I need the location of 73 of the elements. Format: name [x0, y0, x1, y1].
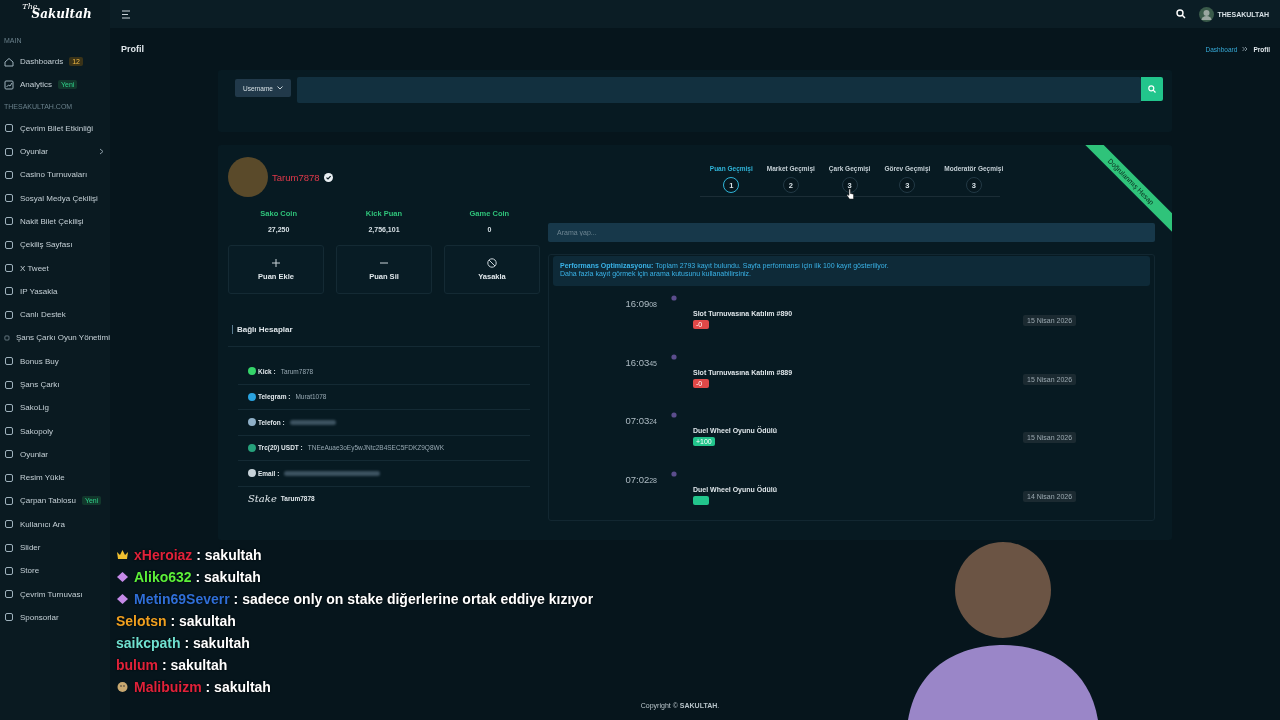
home-icon — [4, 56, 14, 67]
square-icon — [4, 426, 14, 437]
square-icon — [4, 589, 14, 600]
square-icon — [4, 612, 14, 623]
timeline-dot-icon — [671, 353, 677, 360]
sidebar-item[interactable]: Slider — [4, 535, 110, 560]
chat-message: xHeroiaz : sakultah — [116, 546, 262, 564]
square-icon — [4, 449, 14, 460]
section-title: Bağlı Hesaplar — [232, 325, 293, 334]
square-icon — [4, 565, 14, 576]
sidebar-item[interactable]: Store — [4, 559, 110, 583]
square-icon — [4, 263, 14, 273]
square-icon — [4, 472, 14, 483]
sidebar-item[interactable]: Şans Çarkı — [4, 372, 110, 397]
menu-button[interactable] — [121, 9, 131, 19]
username: Tarum7878 — [272, 171, 320, 183]
sidebar-item[interactable]: Sosyal Medya Çekilişi — [4, 186, 110, 210]
chart-icon — [4, 79, 14, 90]
sidebar-item[interactable]: SakoLig — [4, 396, 110, 420]
chat-message: saikcpath : sakultah — [116, 634, 250, 652]
sidebar-item[interactable]: Sakopoly — [4, 419, 110, 443]
square-icon — [4, 193, 14, 204]
search-icon — [1175, 9, 1186, 19]
menu-icon — [121, 9, 131, 19]
amount-badge — [693, 495, 709, 505]
search-button[interactable] — [1175, 9, 1186, 19]
avatar-icon — [1198, 6, 1214, 22]
cursor-icon — [846, 188, 854, 200]
square-icon — [4, 216, 14, 227]
stake-logo: Stake — [248, 493, 277, 505]
sidebar-item[interactable]: Şans Çarkı Oyun Yönetimi — [4, 326, 110, 350]
ban-icon — [487, 258, 497, 268]
avatar-placeholder — [228, 157, 268, 197]
caret-icon — [277, 86, 283, 90]
square-icon — [4, 309, 14, 320]
sidebar-item[interactable]: Çevrim Turnuvası — [4, 582, 110, 606]
sidebar-item[interactable]: Çekiliş Sayfası — [4, 233, 110, 257]
square-icon — [4, 239, 14, 250]
sidebar-item[interactable]: Canlı Destek — [4, 302, 110, 327]
search-icon — [1148, 85, 1156, 93]
sidebar-item[interactable]: Casino Turnuvaları — [4, 163, 110, 187]
chat-message: Malibuizm : sakultah — [116, 678, 271, 696]
sidebar-item[interactable]: Sponsorlar — [4, 605, 110, 630]
timeline-dot-icon — [671, 295, 677, 301]
square-icon — [4, 402, 14, 413]
timeline-dot-icon — [671, 412, 677, 418]
chat-message: Aliko632 : sakultah — [116, 568, 261, 586]
square-icon — [4, 123, 14, 134]
square-icon — [4, 169, 14, 180]
square-icon — [4, 519, 14, 530]
sidebar-item[interactable]: Resim Yükle — [4, 466, 110, 490]
square-icon — [4, 286, 14, 297]
sidebar-item[interactable]: Oyunlar — [4, 442, 110, 467]
plus-icon — [271, 258, 281, 268]
chat-message: bulum : sakultah — [116, 656, 228, 674]
chat-message: Selotsn : sakultah — [116, 612, 236, 630]
sidebar-item[interactable]: Oyunlar — [4, 139, 110, 164]
sidebar-item[interactable]: IP Yasakla — [4, 279, 110, 303]
timeline-dot-icon — [671, 470, 677, 477]
sidebar-item[interactable]: Bonus Buy — [4, 349, 110, 373]
square-icon — [4, 146, 14, 157]
square-icon — [4, 496, 14, 506]
search-field[interactable] — [297, 77, 1141, 103]
square-icon — [4, 379, 14, 390]
sidebar-item[interactable]: Nakit Bilet Çekilişi — [4, 209, 110, 234]
chat-message: Metin69Severr : sadece only on stake diğerlerine ortak eddiye kızıyor — [116, 590, 594, 608]
square-icon — [4, 356, 14, 367]
sidebar-item[interactable]: Kullanıcı Ara — [4, 512, 110, 536]
sidebar-item[interactable]: Çevrim Bilet Etkinliği — [4, 116, 110, 140]
sidebar-item[interactable]: X Tweet — [4, 256, 110, 280]
square-icon — [4, 542, 14, 553]
page-title: Profil — [121, 44, 144, 54]
chevron-right-icon — [1242, 46, 1249, 52]
